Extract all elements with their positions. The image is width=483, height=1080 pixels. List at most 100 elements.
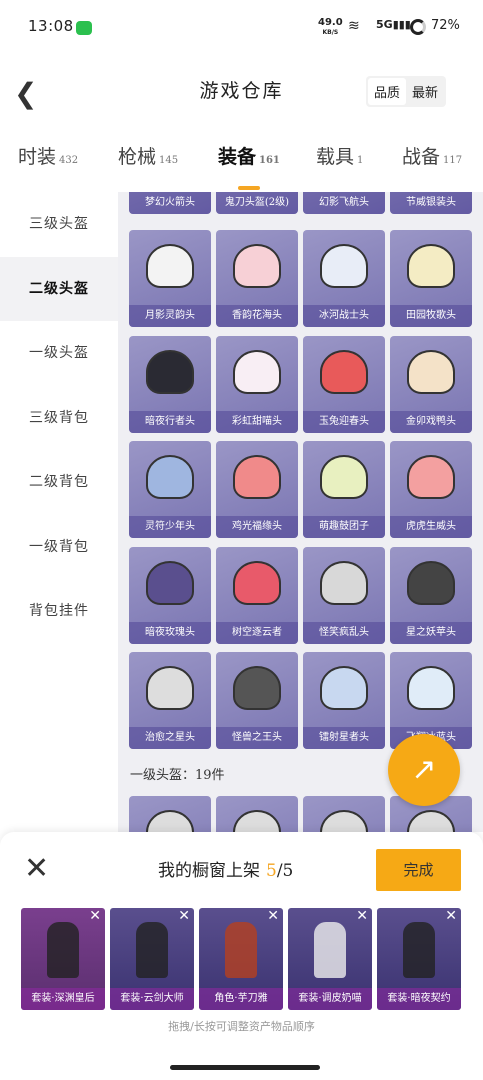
showcase-item[interactable]: ✕ 套装·云剑大师 <box>110 908 194 1010</box>
tab-fashion[interactable]: 时装 432 <box>18 142 78 169</box>
tab-equipment[interactable]: 装备 161 <box>218 142 280 190</box>
helmet-icon <box>233 810 281 832</box>
reorder-hint: 拖拽/长按可调整资产物品顺序 <box>168 1020 315 1033</box>
grid-card[interactable]: 鸡光福缘头 <box>216 441 298 538</box>
showcase-sheet: ✕ 我的橱窗上架 5/5 完成 ✕ 套装·深渊皇后 ✕ 套装·云剑大师 ✕ 角色·芋刀雅… <box>0 832 483 1080</box>
sidebar-item-pendant[interactable]: 背包挂件 <box>0 579 118 644</box>
showcase-item[interactable]: ✕ 套装·暗夜契约 <box>377 908 461 1010</box>
status-time: 13:08 <box>28 17 74 35</box>
share-button[interactable]: ↗ <box>388 734 460 806</box>
close-icon[interactable]: ✕ <box>24 854 49 884</box>
showcase-item[interactable]: ✕ 套装·调皮奶喵 <box>288 908 372 1010</box>
helmet-icon <box>233 455 281 499</box>
card-label: 香韵花海头 <box>216 305 298 327</box>
showcase-item[interactable]: ✕ 角色·芋刀雅 <box>199 908 283 1010</box>
grid-card[interactable]: 鬼刀头盔(2级) <box>216 192 298 214</box>
card-label: 镭射星者头 <box>303 727 385 749</box>
helmet-icon <box>146 244 194 288</box>
item-label: 套装·调皮奶喵 <box>288 988 372 1010</box>
grid-card[interactable]: 星之妖苹头 <box>390 546 472 644</box>
remove-icon[interactable]: ✕ <box>356 908 368 924</box>
grid-card[interactable]: 萌趣鼓团子 <box>303 441 385 538</box>
helmet-icon <box>320 244 368 288</box>
grid-card[interactable]: 虎虎生威头 <box>390 441 472 538</box>
item-label: 套装·云剑大师 <box>110 988 194 1010</box>
card-label: 玉兔迎春头 <box>303 410 385 433</box>
tab-supplies[interactable]: 战备 117 <box>402 142 462 169</box>
grid-card[interactable]: 怪笑疯乱头 <box>303 546 385 644</box>
helmet-icon <box>407 560 455 605</box>
grid-card[interactable]: 月影灵韵头 <box>129 230 211 327</box>
grid-card[interactable]: 冰河战士头 <box>303 230 385 327</box>
sidebar-item-backpack-2[interactable]: 二级背包 <box>0 450 118 515</box>
grid-card[interactable]: 香韵花海头 <box>216 230 298 327</box>
card-label: 鸡光福缘头 <box>216 516 298 538</box>
grid-card[interactable]: 田园牧歌头 <box>390 230 472 327</box>
tab-guns[interactable]: 枪械 145 <box>118 142 178 169</box>
grid-card[interactable]: 梦幻火箭头 <box>129 192 211 214</box>
helmet-icon <box>407 666 455 710</box>
grid-card[interactable]: 金卯戏鸭头 <box>390 335 472 433</box>
remove-icon[interactable]: ✕ <box>445 908 457 924</box>
card-label: 星之妖苹头 <box>390 621 472 644</box>
outfit-figure <box>136 922 168 978</box>
showcase-item[interactable]: ✕ 套装·深渊皇后 <box>21 908 105 1010</box>
card-label: 金卯戏鸭头 <box>390 410 472 433</box>
helmet-icon <box>320 560 368 605</box>
grid-card[interactable]: 树空逐云者 <box>216 546 298 644</box>
network-speed: 49.0 KB/S <box>318 17 343 37</box>
grid-card[interactable]: 暗夜行者头 <box>129 335 211 433</box>
category-tabs: 时装 432 枪械 145 装备 161 载具 1 战备 117 <box>0 132 483 190</box>
remove-icon[interactable]: ✕ <box>178 908 190 924</box>
sidebar-item-backpack-3[interactable]: 三级背包 <box>0 386 118 451</box>
grid-card[interactable]: 幻影飞航头 <box>303 192 385 214</box>
helmet-icon <box>320 810 368 832</box>
wechat-icon <box>76 21 92 35</box>
grid-card[interactable]: 治愈之星头 <box>129 652 211 749</box>
showcase-title: 我的橱窗上架 5/5 <box>158 861 294 881</box>
card-label: 树空逐云者 <box>216 621 298 644</box>
grid-card[interactable]: 灵符少年头 <box>129 441 211 538</box>
sidebar-item-backpack-1[interactable]: 一级背包 <box>0 515 118 580</box>
grid-card[interactable] <box>129 796 211 832</box>
remove-icon[interactable]: ✕ <box>89 908 101 924</box>
sidebar: 三级头盔 二级头盔 一级头盔 三级背包 二级背包 一级背包 背包挂件 <box>0 192 118 832</box>
remove-icon[interactable]: ✕ <box>267 908 279 924</box>
sort-newest[interactable]: 最新 <box>406 78 444 105</box>
grid-card[interactable]: 玉兔迎春头 <box>303 335 385 433</box>
grid-card[interactable]: 镭射星者头 <box>303 652 385 749</box>
helmet-icon <box>146 560 194 605</box>
battery-icon <box>410 19 426 35</box>
item-label: 角色·芋刀雅 <box>199 988 283 1010</box>
grid-card[interactable] <box>303 796 385 832</box>
card-label: 幻影飞航头 <box>303 192 385 214</box>
card-label: 治愈之星头 <box>129 727 211 749</box>
sort-quality[interactable]: 品质 <box>368 78 407 105</box>
grid-card[interactable]: 暗夜玫瑰头 <box>129 546 211 644</box>
helmet-icon <box>146 349 194 394</box>
status-bar: 13:08 49.0 KB/S ≋ 5G▮▮▮ 72% <box>0 0 483 52</box>
sidebar-item-helmet-1[interactable]: 一级头盔 <box>0 321 118 386</box>
grid-card[interactable] <box>216 796 298 832</box>
outfit-figure <box>225 922 257 978</box>
item-label: 套装·深渊皇后 <box>21 988 105 1010</box>
title-bar: ❮ 游戏仓库 品质 最新 <box>0 52 483 132</box>
card-label: 暗夜行者头 <box>129 410 211 433</box>
helmet-icon <box>407 244 455 288</box>
tab-vehicles[interactable]: 载具 1 <box>316 142 363 169</box>
sort-toggle: 品质 最新 <box>366 76 447 107</box>
grid-card[interactable]: 彩虹甜喵头 <box>216 335 298 433</box>
done-button[interactable]: 完成 <box>376 849 461 891</box>
grid-card[interactable]: 节威银装头 <box>390 192 472 214</box>
sidebar-item-helmet-3[interactable]: 三级头盔 <box>0 192 118 257</box>
wifi-icon: ≋ <box>348 18 360 34</box>
helmet-icon <box>407 349 455 394</box>
helmet-icon <box>233 349 281 394</box>
card-label: 田园牧歌头 <box>390 305 472 327</box>
sidebar-item-helmet-2[interactable]: 二级头盔 <box>0 256 118 321</box>
card-label: 灵符少年头 <box>129 516 211 538</box>
card-label: 怪兽之王头 <box>216 727 298 749</box>
grid-card[interactable]: 怪兽之王头 <box>216 652 298 749</box>
card-label: 萌趣鼓团子 <box>303 516 385 538</box>
showcase-shelf: ✕ 套装·深渊皇后 ✕ 套装·云剑大师 ✕ 角色·芋刀雅 ✕ 套装·调皮奶喵 ✕ 套装·暗… <box>21 908 461 1010</box>
